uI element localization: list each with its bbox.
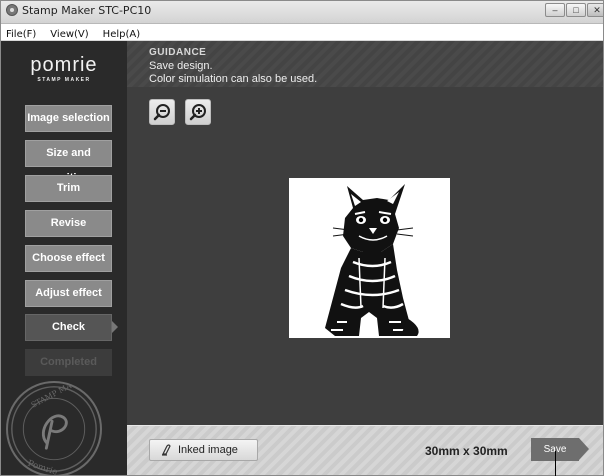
zoom-out-icon	[153, 104, 170, 121]
seal-logo-icon: STAMP MAKER Pomrie	[6, 381, 102, 476]
minimize-button[interactable]: –	[545, 3, 565, 17]
stamp-preview	[289, 178, 450, 338]
menu-view[interactable]: View(V)	[43, 27, 95, 42]
callout-line	[555, 451, 556, 476]
seal-bottom-text: Pomrie	[26, 459, 58, 476]
logo-name: pomrie	[30, 54, 98, 76]
step-image-selection[interactable]: Image selection	[25, 105, 112, 132]
guidance-line-2: Color simulation can also be used.	[149, 73, 318, 85]
save-arrow-icon	[579, 438, 589, 460]
step-revise[interactable]: Revise	[25, 210, 112, 237]
inked-image-label: Inked image	[178, 444, 238, 456]
guidance-panel: GUIDANCE Save design. Color simulation c…	[127, 41, 603, 87]
menu-bar: File(F) View(V) Help(A)	[1, 24, 603, 41]
guidance-label: GUIDANCE	[149, 47, 207, 58]
step-choose-effect[interactable]: Choose effect	[25, 245, 112, 272]
step-size-and-position[interactable]: Size and position	[25, 140, 112, 184]
close-button[interactable]: ✕	[587, 3, 603, 17]
menu-help[interactable]: Help(A)	[96, 27, 147, 42]
guidance-line-1: Save design.	[149, 60, 213, 72]
stamp-icon	[162, 444, 171, 456]
step-completed: Completed	[25, 349, 112, 376]
preview-area	[127, 87, 603, 425]
step-check[interactable]: Check	[25, 314, 112, 341]
stamp-size: 30mm x 30mm	[425, 444, 508, 458]
menu-file[interactable]: File(F)	[1, 27, 43, 42]
step-trim[interactable]: Trim	[25, 175, 112, 202]
app-window: Stamp Maker STC-PC10 – □ ✕ File(F) View(V…	[0, 0, 604, 476]
inked-image-button[interactable]: Inked image	[149, 439, 258, 461]
maximize-button[interactable]: □	[566, 3, 586, 17]
title-bar[interactable]: Stamp Maker STC-PC10 – □ ✕	[1, 1, 603, 24]
zoom-in-button[interactable]	[185, 99, 211, 125]
zoom-in-icon	[189, 104, 206, 121]
bottom-bar: Inked image 30mm x 30mm Save	[127, 425, 603, 475]
logo-subtitle: STAMP MAKER	[37, 77, 91, 83]
sidebar: pomrie STAMP MAKER Image selection Size …	[1, 41, 127, 476]
window-title: Stamp Maker STC-PC10	[22, 4, 152, 17]
zoom-out-button[interactable]	[149, 99, 175, 125]
logo: pomrie STAMP MAKER	[1, 41, 127, 89]
cat-image	[325, 184, 419, 336]
step-adjust-effect[interactable]: Adjust effect	[25, 280, 112, 307]
current-step-arrow-icon	[112, 321, 118, 333]
app-icon	[6, 4, 18, 16]
